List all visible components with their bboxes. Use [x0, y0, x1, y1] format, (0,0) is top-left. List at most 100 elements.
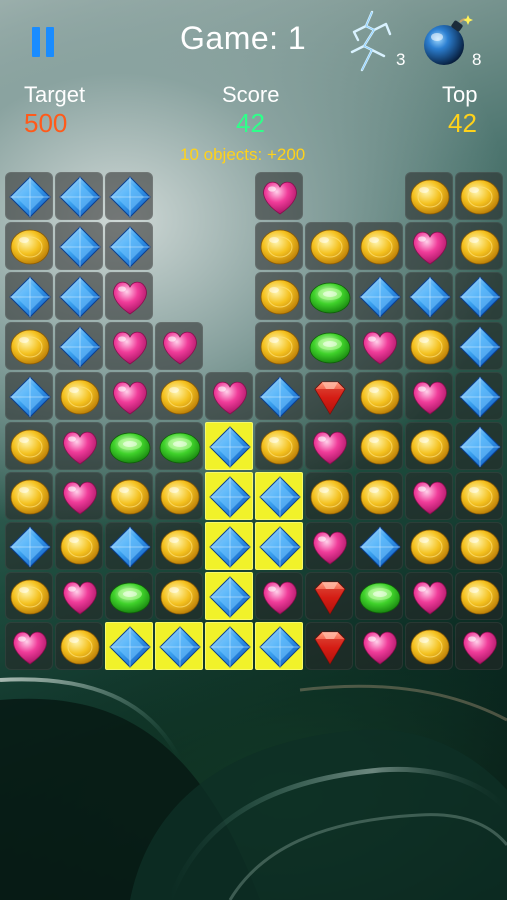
board-cell[interactable]: [255, 622, 303, 670]
board-cell[interactable]: [305, 472, 353, 520]
board-cell[interactable]: [255, 272, 303, 320]
board-cell[interactable]: [55, 622, 103, 670]
board-cell[interactable]: [55, 172, 103, 220]
board-cell[interactable]: [455, 222, 503, 270]
board-cell[interactable]: [55, 222, 103, 270]
board-cell[interactable]: [55, 372, 103, 420]
board-cell[interactable]: [305, 372, 353, 420]
board-cell[interactable]: [155, 372, 203, 420]
board-cell[interactable]: [405, 622, 453, 670]
board-cell[interactable]: [255, 172, 303, 220]
blue-diamond-icon: [209, 476, 251, 518]
board-cell[interactable]: [55, 522, 103, 570]
game-board[interactable]: [5, 172, 505, 672]
board-cell[interactable]: [55, 322, 103, 370]
board-cell[interactable]: [105, 372, 153, 420]
board-cell[interactable]: [255, 522, 303, 570]
board-cell[interactable]: [5, 322, 53, 370]
board-cell[interactable]: [305, 422, 353, 470]
board-cell[interactable]: [105, 322, 153, 370]
board-cell[interactable]: [355, 322, 403, 370]
board-cell[interactable]: [305, 322, 353, 370]
board-cell[interactable]: [105, 572, 153, 620]
board-cell[interactable]: [105, 622, 153, 670]
board-cell[interactable]: [155, 322, 203, 370]
board-cell[interactable]: [55, 472, 103, 520]
board-cell[interactable]: [155, 422, 203, 470]
board-cell[interactable]: [405, 472, 453, 520]
bomb-powerup-icon[interactable]: [420, 14, 474, 68]
board-cell[interactable]: [105, 422, 153, 470]
board-cell[interactable]: [155, 522, 203, 570]
board-cell[interactable]: [355, 472, 403, 520]
board-cell[interactable]: [305, 572, 353, 620]
board-cell[interactable]: [5, 172, 53, 220]
board-cell[interactable]: [455, 272, 503, 320]
board-cell[interactable]: [455, 422, 503, 470]
blue-diamond-icon: [59, 276, 101, 318]
yellow-coin-icon: [160, 479, 200, 515]
board-cell[interactable]: [205, 472, 253, 520]
board-cell[interactable]: [405, 522, 453, 570]
board-cell[interactable]: [455, 522, 503, 570]
board-cell[interactable]: [105, 222, 153, 270]
board-cell[interactable]: [205, 572, 253, 620]
board-cell[interactable]: [405, 322, 453, 370]
board-cell[interactable]: [255, 222, 303, 270]
board-cell[interactable]: [455, 322, 503, 370]
blue-diamond-icon: [109, 176, 151, 218]
board-cell[interactable]: [355, 422, 403, 470]
board-cell[interactable]: [105, 172, 153, 220]
board-cell[interactable]: [155, 572, 203, 620]
pause-button[interactable]: [30, 27, 56, 57]
board-cell[interactable]: [355, 372, 403, 420]
board-cell[interactable]: [255, 472, 303, 520]
board-cell[interactable]: [5, 372, 53, 420]
board-cell[interactable]: [55, 272, 103, 320]
board-cell[interactable]: [355, 522, 403, 570]
board-cell[interactable]: [405, 272, 453, 320]
board-cell[interactable]: [205, 422, 253, 470]
board-cell[interactable]: [305, 272, 353, 320]
board-cell[interactable]: [355, 222, 403, 270]
board-cell[interactable]: [455, 372, 503, 420]
board-cell[interactable]: [105, 522, 153, 570]
board-cell[interactable]: [5, 522, 53, 570]
board-cell[interactable]: [405, 222, 453, 270]
board-cell[interactable]: [355, 272, 403, 320]
board-cell[interactable]: [355, 572, 403, 620]
board-cell[interactable]: [405, 172, 453, 220]
board-cell[interactable]: [455, 572, 503, 620]
board-cell[interactable]: [205, 372, 253, 420]
board-cell[interactable]: [5, 222, 53, 270]
board-cell[interactable]: [5, 622, 53, 670]
board-cell[interactable]: [5, 422, 53, 470]
board-cell[interactable]: [305, 622, 353, 670]
board-cell[interactable]: [155, 472, 203, 520]
board-cell[interactable]: [55, 422, 103, 470]
board-cell[interactable]: [405, 372, 453, 420]
board-cell[interactable]: [205, 622, 253, 670]
board-cell[interactable]: [5, 272, 53, 320]
lightning-powerup-icon[interactable]: [346, 10, 394, 72]
board-cell[interactable]: [255, 572, 303, 620]
board-cell[interactable]: [455, 472, 503, 520]
board-cell[interactable]: [305, 522, 353, 570]
board-cell[interactable]: [55, 572, 103, 620]
board-cell[interactable]: [305, 222, 353, 270]
board-cell[interactable]: [405, 572, 453, 620]
pink-heart-icon: [413, 481, 447, 515]
board-cell[interactable]: [105, 272, 153, 320]
board-cell[interactable]: [5, 572, 53, 620]
board-cell[interactable]: [155, 622, 203, 670]
board-cell[interactable]: [5, 472, 53, 520]
board-cell[interactable]: [255, 322, 303, 370]
board-cell[interactable]: [405, 422, 453, 470]
board-cell[interactable]: [105, 472, 153, 520]
board-cell[interactable]: [255, 372, 303, 420]
board-cell[interactable]: [255, 422, 303, 470]
board-cell[interactable]: [205, 522, 253, 570]
board-cell[interactable]: [455, 172, 503, 220]
board-cell[interactable]: [355, 622, 403, 670]
board-cell[interactable]: [455, 622, 503, 670]
